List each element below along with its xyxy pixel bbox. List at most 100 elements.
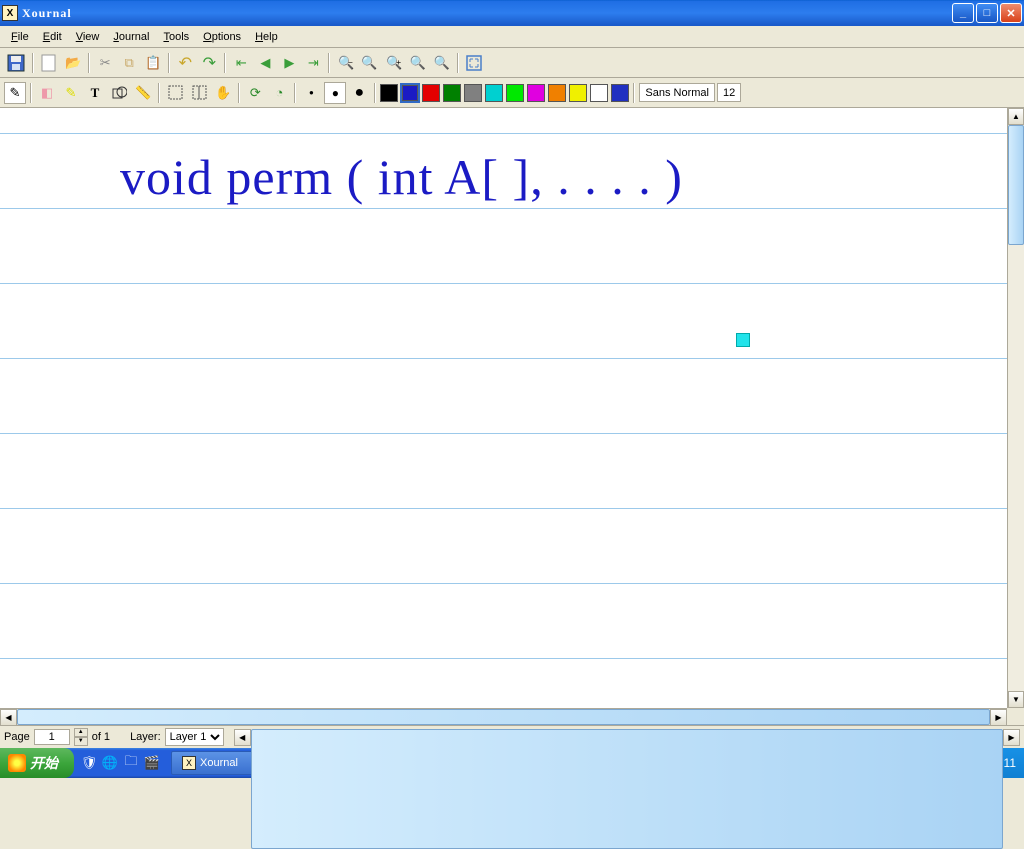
last-page-button[interactable]: ⇥ [302,52,324,74]
vertical-scrollbar[interactable]: ▲ ▼ [1007,108,1024,708]
app-icon: X [2,5,18,21]
save-button[interactable] [4,52,28,74]
color-red[interactable] [422,84,440,102]
rule-line [0,208,1007,209]
open-button[interactable]: 📂 [62,52,84,74]
recognize-tool[interactable]: ⟳ [244,82,266,104]
zoom-out-button[interactable]: 🔍− [334,52,356,74]
eraser-tool[interactable]: ◧ [36,82,58,104]
scroll-thumb[interactable] [1008,125,1024,245]
font-size-box[interactable]: 12 [717,83,741,102]
menu-view[interactable]: View [69,29,107,45]
page-number-input[interactable] [34,729,70,745]
close-button[interactable]: ✕ [1000,3,1022,23]
undo-button[interactable]: ↶ [174,52,196,74]
layer-select[interactable]: Layer 1 [165,728,224,746]
paste-button[interactable]: 📋 [142,52,164,74]
copy-button[interactable]: ⧉ [118,52,140,74]
ruler-tool[interactable]: 📏 [132,82,154,104]
shape-recognize-tool[interactable]: ◔ [268,82,290,104]
canvas[interactable]: void perm ( int A[ ], . . . . ) [0,108,1007,708]
prev-page-button[interactable]: ◀ [254,52,276,74]
rule-line [0,658,1007,659]
handwriting-stroke: void perm ( int A[ ], . . . . ) [120,148,683,206]
taskbar-app-label: Xournal [200,757,238,769]
first-page-button[interactable]: ⇤ [230,52,252,74]
pen-tool[interactable]: ✎ [4,82,26,104]
color-green[interactable] [443,84,461,102]
ql-icon-3[interactable]: 🗀 [122,754,140,772]
color-lime[interactable] [506,84,524,102]
rule-line [0,508,1007,509]
horizontal-scrollbar-upper[interactable]: ◀ ▶ [0,708,1007,725]
color-black[interactable] [380,84,398,102]
color-cyan[interactable] [485,84,503,102]
shape-tool[interactable] [108,82,130,104]
page-spinner[interactable]: ▲▼ [74,728,88,746]
color-blue[interactable] [401,84,419,102]
maximize-button[interactable]: □ [976,3,998,23]
cut-button[interactable]: ✂ [94,52,116,74]
thickness-thin[interactable]: ● [300,82,322,104]
page-bar: Page ▲▼ of 1 Layer: Layer 1 ◀ ▶ [0,725,1024,748]
horizontal-scrollbar[interactable]: ◀ ▶ [234,729,1020,746]
zoom-100-button[interactable]: 🔍 [358,52,380,74]
menu-edit[interactable]: Edit [36,29,69,45]
rule-line [0,583,1007,584]
rule-line [0,283,1007,284]
toolbar-main: 📂 ✂ ⧉ 📋 ↶ ↷ ⇤ ◀ ▶ ⇥ 🔍− 🔍 🔍+ 🔍 🔍 [0,48,1024,78]
hand-tool[interactable]: ✋ [212,82,234,104]
start-button[interactable]: 开始 [0,748,74,778]
scroll-right-button[interactable]: ▶ [990,709,1007,726]
rule-line [0,358,1007,359]
rule-line [0,433,1007,434]
menu-file[interactable]: File [4,29,36,45]
ql-icon-1[interactable]: 🛡 [80,754,98,772]
window-title: Xournal [22,6,950,21]
select-region-tool[interactable] [188,82,210,104]
scroll-down-button[interactable]: ▼ [1008,691,1024,708]
select-rect-tool[interactable] [164,82,186,104]
page-of-label: of 1 [92,731,110,743]
hscroll-thumb-2[interactable] [251,729,1003,849]
scroll-up-button[interactable]: ▲ [1008,108,1024,125]
hscroll-left-button[interactable]: ◀ [234,729,251,746]
menubar: File Edit View Journal Tools Options Hel… [0,26,1024,48]
menu-journal[interactable]: Journal [106,29,156,45]
work-area: void perm ( int A[ ], . . . . ) ▲ ▼ [0,108,1024,708]
toolbar-tools: ✎ ◧ ✎ T 📏 ✋ ⟳ ◔ ● ● ● Sans Normal 12 [0,78,1024,108]
ql-icon-2[interactable]: 🌐 [101,754,119,772]
hscroll-thumb[interactable] [17,709,990,725]
windows-logo-icon [8,754,26,772]
fullscreen-button[interactable] [463,52,485,74]
color-magenta[interactable] [527,84,545,102]
new-button[interactable] [38,52,60,74]
color-darkblue[interactable] [611,84,629,102]
highlighter-tool[interactable]: ✎ [60,82,82,104]
color-palette [380,84,629,102]
thickness-medium[interactable]: ● [324,82,346,104]
quick-launch: 🛡 🌐 🗀 🎬 [74,754,167,772]
zoom-in-button[interactable]: 🔍+ [383,52,405,74]
minimize-button[interactable]: _ [952,3,974,23]
font-name-box[interactable]: Sans Normal [639,83,715,102]
redo-button[interactable]: ↷ [198,52,220,74]
cursor-indicator [736,333,750,347]
layer-label: Layer: [130,731,161,743]
zoom-fit-button[interactable]: 🔍 [407,52,429,74]
color-gray[interactable] [464,84,482,102]
titlebar: X Xournal _ □ ✕ [0,0,1024,26]
scroll-left-button[interactable]: ◀ [0,709,17,726]
color-white[interactable] [590,84,608,102]
thickness-thick[interactable]: ● [348,82,370,104]
hscroll-right-button[interactable]: ▶ [1003,729,1020,746]
menu-options[interactable]: Options [196,29,248,45]
zoom-button[interactable]: 🔍 [431,52,453,74]
ql-icon-4[interactable]: 🎬 [143,754,161,772]
text-tool[interactable]: T [84,82,106,104]
color-orange[interactable] [548,84,566,102]
next-page-button[interactable]: ▶ [278,52,300,74]
menu-tools[interactable]: Tools [156,29,196,45]
color-yellow[interactable] [569,84,587,102]
menu-help[interactable]: Help [248,29,285,45]
